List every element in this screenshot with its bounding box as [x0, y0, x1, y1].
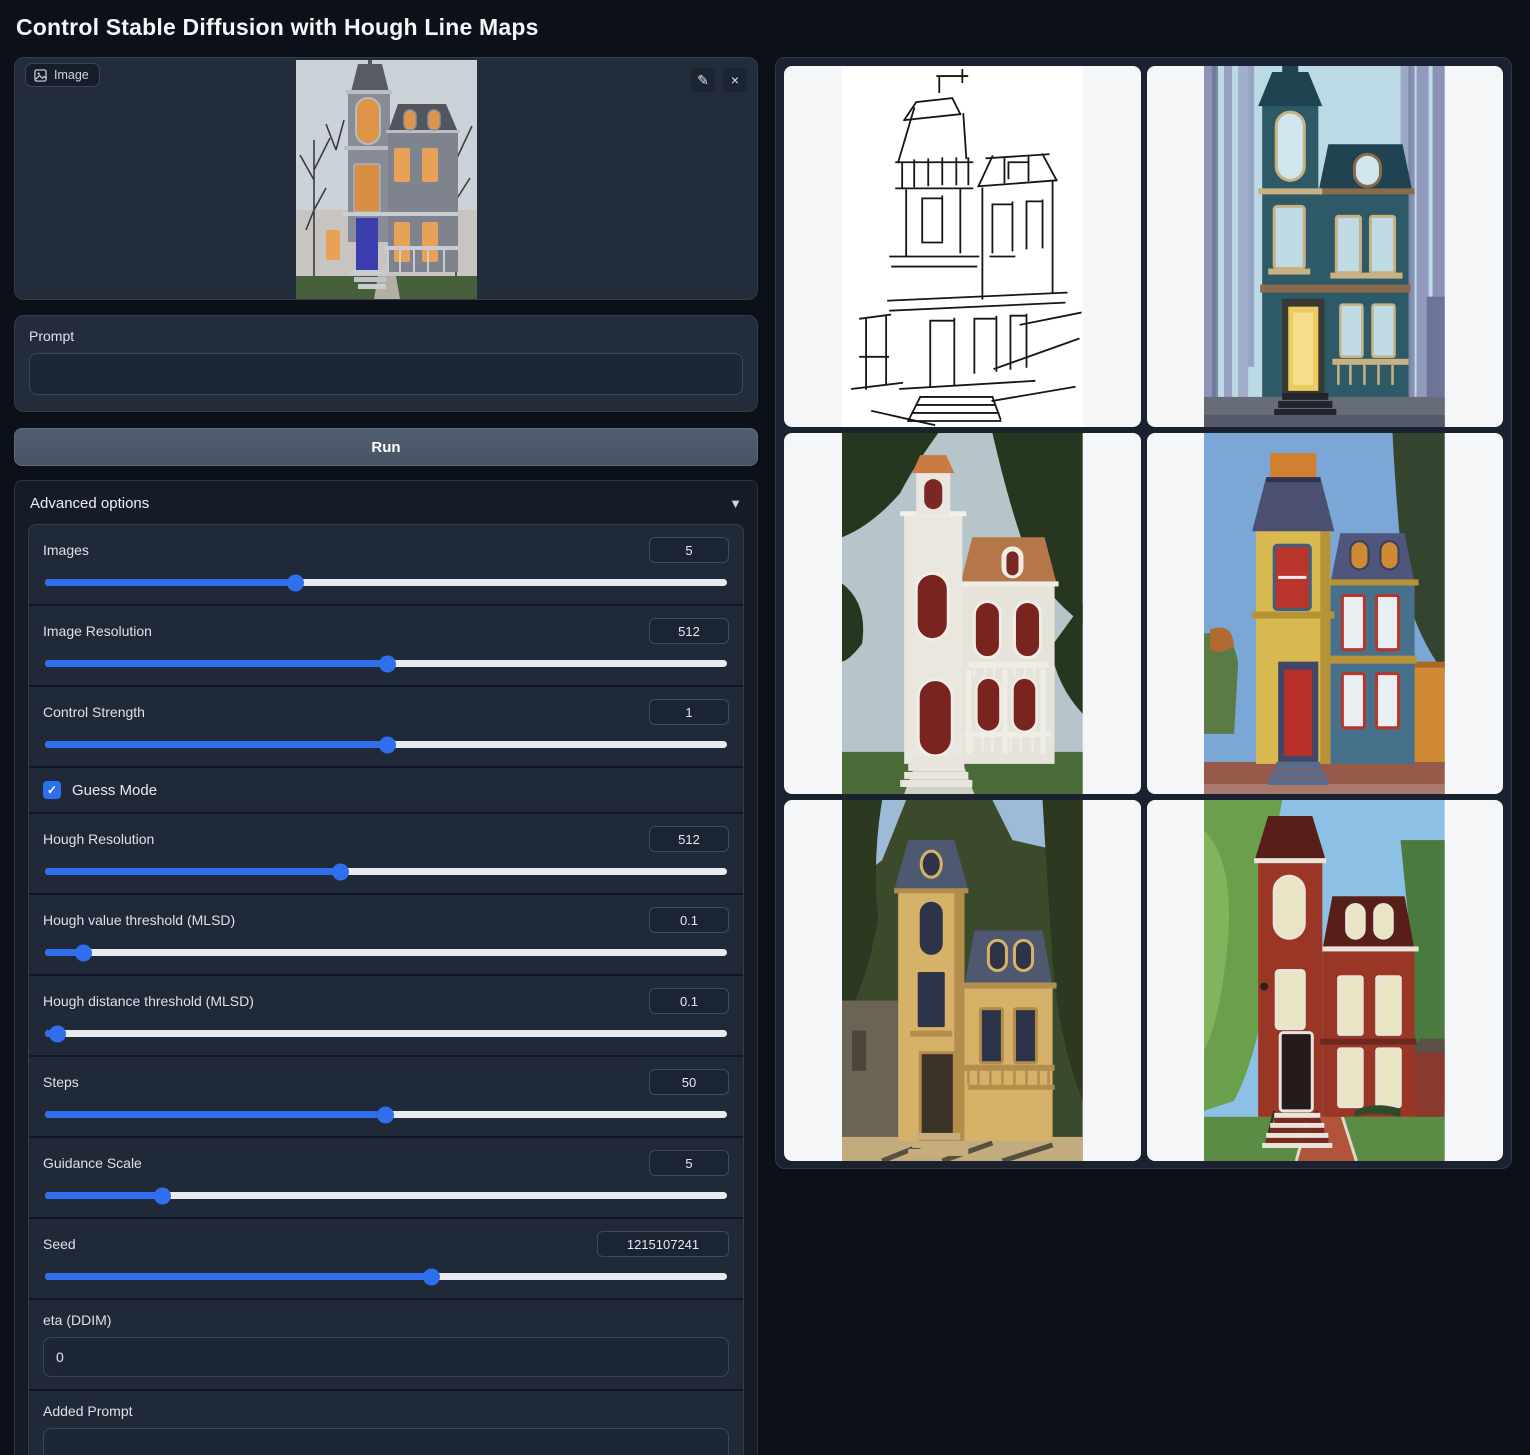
guidance-scale-slider[interactable] [45, 1192, 727, 1199]
eta-label: eta (DDIM) [43, 1312, 729, 1328]
slider-label: Images [43, 542, 89, 558]
guess-mode-label: Guess Mode [72, 782, 157, 799]
output-gallery [775, 57, 1512, 1169]
added-prompt-row: Added Prompt [29, 1389, 743, 1455]
slider-handle[interactable] [332, 863, 349, 880]
hough-value-threshold-slider[interactable] [45, 949, 727, 956]
results-column [775, 57, 1512, 1169]
slider-row-steps: Steps [29, 1055, 743, 1136]
hough-distance-threshold-slider[interactable] [45, 1030, 727, 1037]
slider-handle[interactable] [379, 736, 396, 753]
input-image[interactable] [296, 60, 477, 299]
slider-label: Hough distance threshold (MLSD) [43, 993, 254, 1009]
hough-value-threshold-input[interactable] [649, 907, 729, 933]
generated-image-golden-house [842, 800, 1083, 1161]
eta-input[interactable] [43, 1337, 729, 1377]
slider-handle[interactable] [75, 944, 92, 961]
images-value-input[interactable] [649, 537, 729, 563]
gallery-item-6[interactable] [1147, 800, 1504, 1161]
images-slider[interactable] [45, 579, 727, 586]
pencil-icon: ✎ [697, 72, 709, 88]
hough-distance-threshold-input[interactable] [649, 988, 729, 1014]
seed-slider[interactable] [45, 1273, 727, 1280]
page-title: Control Stable Diffusion with Hough Line… [16, 14, 1512, 41]
image-toolbar: ✎ × [691, 68, 747, 92]
advanced-options-label: Advanced options [30, 495, 149, 512]
advanced-options-form: Images Image Resolution [28, 524, 744, 1455]
steps-value-input[interactable] [649, 1069, 729, 1095]
slider-handle[interactable] [49, 1025, 66, 1042]
close-icon: × [731, 72, 739, 88]
controls-column: Image ✎ × [14, 57, 758, 1455]
gallery-item-3[interactable] [784, 433, 1141, 794]
main-layout: Image ✎ × [14, 57, 1512, 1455]
slider-label: Seed [43, 1236, 76, 1252]
added-prompt-label: Added Prompt [43, 1403, 729, 1419]
gallery-item-2[interactable] [1147, 66, 1504, 427]
slider-label: Image Resolution [43, 623, 152, 639]
slider-handle[interactable] [377, 1106, 394, 1123]
slider-label: Hough Resolution [43, 831, 154, 847]
slider-row-guidance-scale: Guidance Scale [29, 1136, 743, 1217]
hough-resolution-slider[interactable] [45, 868, 727, 875]
advanced-options-accordion: Advanced options ▼ Images [14, 480, 758, 1455]
prompt-block: Prompt [14, 315, 758, 412]
guess-mode-row: ✓ Guess Mode [29, 766, 743, 812]
gallery-item-4[interactable] [1147, 433, 1504, 794]
gallery-item-1[interactable] [784, 66, 1141, 427]
generated-image-yellow-house [1204, 433, 1445, 794]
image-resolution-slider[interactable] [45, 660, 727, 667]
triangle-down-icon: ▼ [729, 496, 742, 511]
slider-handle[interactable] [423, 1268, 440, 1285]
edit-image-button[interactable]: ✎ [691, 68, 715, 92]
prompt-label: Prompt [29, 328, 743, 344]
slider-row-seed: Seed [29, 1217, 743, 1298]
generated-image-white-house [842, 433, 1083, 794]
check-icon: ✓ [47, 784, 57, 796]
slider-row-image-resolution: Image Resolution [29, 604, 743, 685]
prompt-input[interactable] [29, 353, 743, 395]
slider-label: Control Strength [43, 704, 145, 720]
slider-row-hough-resolution: Hough Resolution [29, 812, 743, 893]
slider-row-hough-value-threshold: Hough value threshold (MLSD) [29, 893, 743, 974]
slider-handle[interactable] [379, 655, 396, 672]
guess-mode-checkbox[interactable]: ✓ [43, 781, 61, 799]
added-prompt-input[interactable] [43, 1428, 729, 1455]
control-strength-value-input[interactable] [649, 699, 729, 725]
hough-line-map-image [842, 66, 1083, 427]
run-button[interactable]: Run [14, 428, 758, 466]
steps-slider[interactable] [45, 1111, 727, 1118]
slider-row-control-strength: Control Strength [29, 685, 743, 766]
slider-row-hough-distance-threshold: Hough distance threshold (MLSD) [29, 974, 743, 1055]
slider-row-images: Images [29, 525, 743, 604]
slider-handle[interactable] [154, 1187, 171, 1204]
hough-resolution-value-input[interactable] [649, 826, 729, 852]
slider-label: Steps [43, 1074, 79, 1090]
image-label: Image [54, 68, 89, 82]
slider-label: Guidance Scale [43, 1155, 142, 1171]
image-label-badge: Image [25, 63, 100, 87]
generated-image-teal-house [1204, 66, 1445, 427]
clear-image-button[interactable]: × [723, 68, 747, 92]
eta-row: eta (DDIM) [29, 1298, 743, 1389]
advanced-options-header[interactable]: Advanced options ▼ [28, 493, 744, 524]
slider-label: Hough value threshold (MLSD) [43, 912, 235, 928]
slider-handle[interactable] [287, 574, 304, 591]
generated-image-red-house [1204, 800, 1445, 1161]
gallery-item-5[interactable] [784, 800, 1141, 1161]
image-resolution-value-input[interactable] [649, 618, 729, 644]
guidance-scale-value-input[interactable] [649, 1150, 729, 1176]
app-page: Control Stable Diffusion with Hough Line… [0, 0, 1530, 1455]
control-strength-slider[interactable] [45, 741, 727, 748]
image-input-panel[interactable]: Image ✎ × [14, 57, 758, 300]
seed-value-input[interactable] [597, 1231, 729, 1257]
image-icon [34, 69, 47, 82]
